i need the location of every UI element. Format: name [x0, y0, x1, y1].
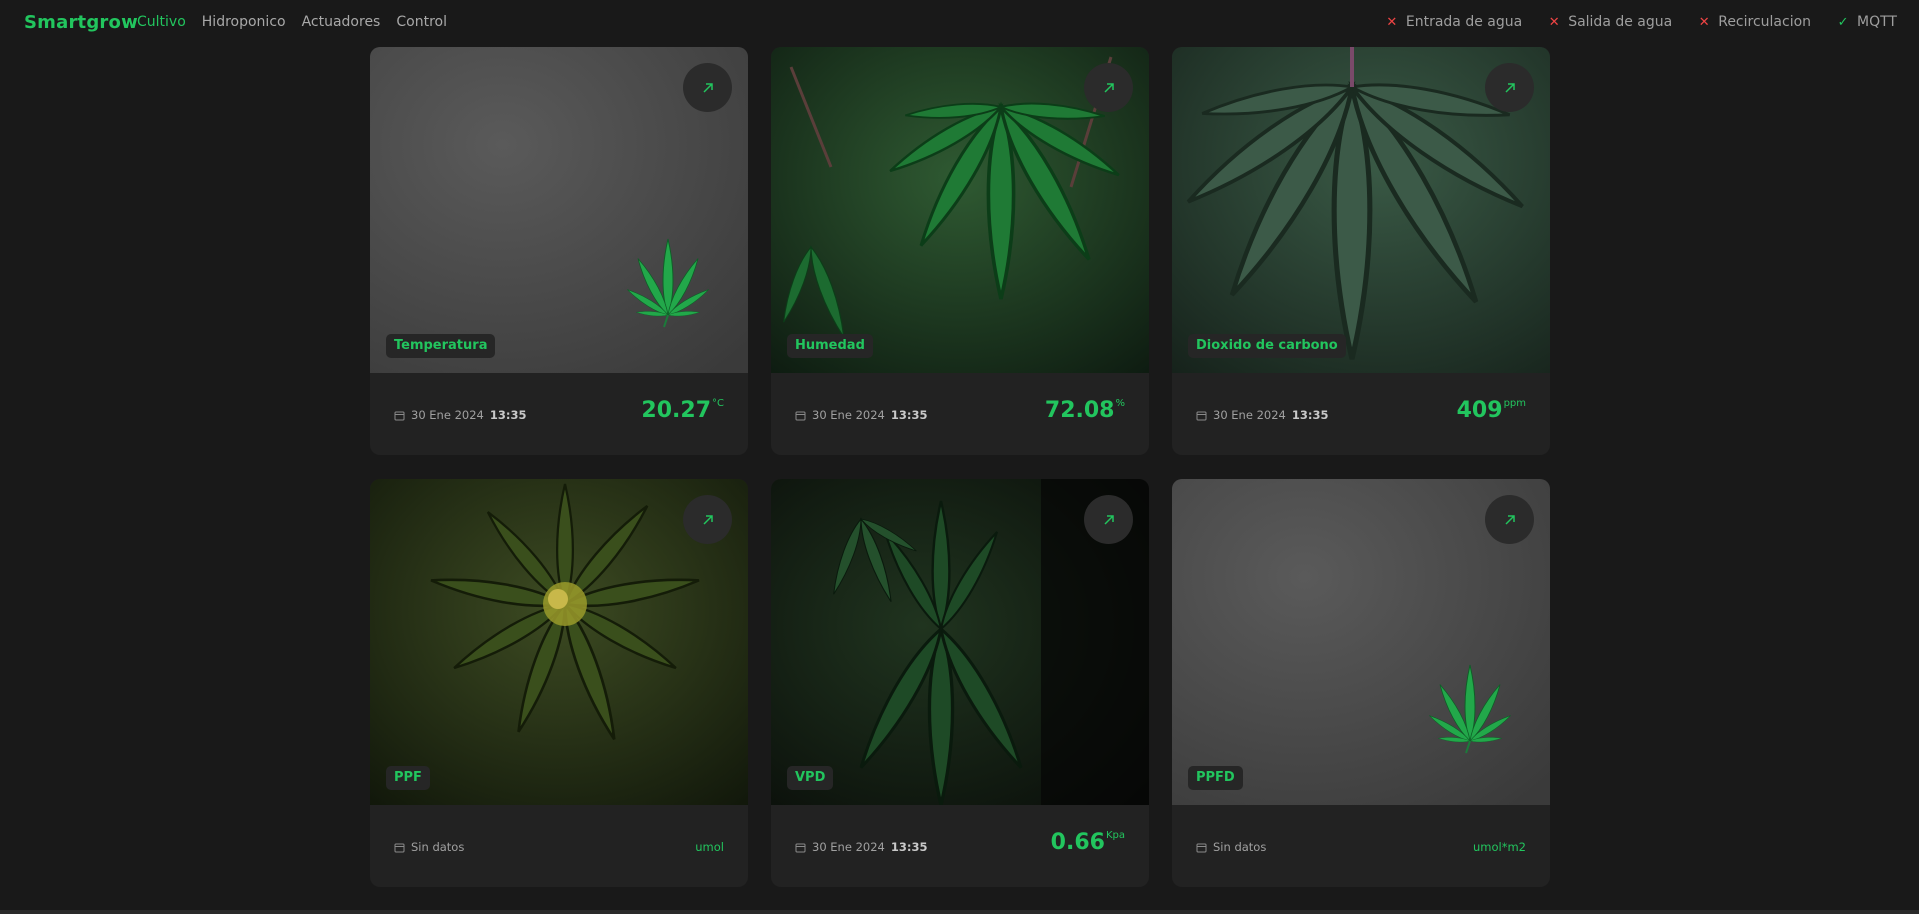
calendar-icon	[394, 843, 405, 852]
reading-time: 13:35	[1291, 408, 1329, 422]
reading-timestamp: Sin datos	[394, 840, 464, 854]
arrow-up-right-icon	[1103, 82, 1114, 93]
card-footer: Sin datos umol	[370, 805, 748, 887]
sensor-label: PPF	[386, 766, 430, 790]
status-mqtt: ✓ MQTT	[1837, 14, 1897, 30]
card-footer: 30 Ene 2024 13:35 20.27 °C	[370, 373, 748, 455]
reading-date: 30 Ene 2024	[812, 408, 885, 422]
reading-value: 409 ppm	[1457, 397, 1526, 425]
nav-item-actuadores[interactable]: Actuadores	[302, 14, 381, 30]
value-unit: umol	[695, 840, 724, 854]
sensor-card-vpd[interactable]: VPD 30 Ene 2024 13:35 0.66 Kpa	[771, 479, 1149, 887]
card-footer: 30 Ene 2024 13:35 72.08 %	[771, 373, 1149, 455]
calendar-icon	[1196, 843, 1207, 852]
calendar-icon	[1196, 411, 1207, 420]
arrow-up-right-icon	[702, 82, 713, 93]
main-nav: Cultivo Hidroponico Actuadores Control	[137, 14, 447, 30]
check-icon: ✓	[1837, 14, 1849, 30]
calendar-icon	[795, 843, 806, 852]
card-footer: 30 Ene 2024 13:35 0.66 Kpa	[771, 805, 1149, 887]
sensor-card-temperatura[interactable]: Temperatura 30 Ene 2024 13:35 20.27 °C	[370, 47, 748, 455]
close-icon: ✕	[1548, 14, 1560, 30]
value-number: 20.27	[641, 398, 712, 423]
sensor-label: VPD	[787, 766, 834, 790]
top-navbar: Smartgrow Cultivo Hidroponico Actuadores…	[0, 0, 1919, 46]
reading-timestamp: 30 Ene 2024 13:35	[1196, 408, 1328, 422]
value-number: 409	[1456, 398, 1503, 423]
value-unit: °C	[712, 398, 724, 409]
sensor-card-humedad[interactable]: Humedad 30 Ene 2024 13:35 72.08 %	[771, 47, 1149, 455]
reading-value: umol	[694, 840, 724, 854]
arrow-up-right-icon	[1103, 514, 1114, 525]
reading-date: 30 Ene 2024	[411, 408, 484, 422]
card-footer: Sin datos umol*m2	[1172, 805, 1550, 887]
sensor-card-dioxido-de-carbono[interactable]: Dioxido de carbono 30 Ene 2024 13:35 409…	[1172, 47, 1550, 455]
arrow-up-right-icon	[1504, 514, 1515, 525]
card-footer: 30 Ene 2024 13:35 409 ppm	[1172, 373, 1550, 455]
reading-timestamp: 30 Ene 2024 13:35	[394, 408, 526, 422]
close-icon: ✕	[1698, 14, 1710, 30]
reading-value: 0.66 Kpa	[1051, 829, 1125, 857]
sensor-label: Dioxido de carbono	[1188, 334, 1346, 358]
sensor-card-ppf[interactable]: PPF Sin datos umol	[370, 479, 748, 887]
reading-timestamp: 30 Ene 2024 13:35	[795, 840, 927, 854]
status-label: MQTT	[1857, 14, 1897, 30]
calendar-icon	[394, 411, 405, 420]
reading-date: 30 Ene 2024	[812, 840, 885, 854]
reading-date: Sin datos	[1213, 840, 1267, 854]
value-number: 72.08	[1044, 398, 1115, 423]
page-bottom-divider	[0, 910, 1919, 914]
nav-item-cultivo[interactable]: Cultivo	[137, 14, 186, 30]
nav-item-control[interactable]: Control	[396, 14, 447, 30]
reading-timestamp: Sin datos	[1196, 840, 1266, 854]
open-detail-button[interactable]	[683, 495, 732, 544]
sensor-label: Humedad	[787, 334, 873, 358]
status-indicators: ✕ Entrada de agua ✕ Salida de agua ✕ Rec…	[1386, 14, 1897, 30]
reading-time: 13:35	[890, 408, 928, 422]
sensor-card-ppfd[interactable]: PPFD Sin datos umol*m2	[1172, 479, 1550, 887]
reading-value: 20.27 °C	[641, 397, 724, 425]
value-number: 0.66	[1050, 830, 1105, 855]
close-icon: ✕	[1386, 14, 1398, 30]
status-label: Entrada de agua	[1405, 14, 1523, 30]
open-detail-button[interactable]	[683, 63, 732, 112]
reading-time: 13:35	[489, 408, 527, 422]
reading-date: 30 Ene 2024	[1213, 408, 1286, 422]
value-unit: ppm	[1503, 398, 1526, 409]
sensor-label: PPFD	[1188, 766, 1243, 790]
value-unit: umol*m2	[1473, 840, 1526, 854]
reading-time: 13:35	[890, 840, 928, 854]
open-detail-button[interactable]	[1084, 63, 1133, 112]
brand-logo[interactable]: Smartgrow	[24, 12, 138, 33]
reading-date: Sin datos	[411, 840, 465, 854]
nav-item-hidroponico[interactable]: Hidroponico	[202, 14, 286, 30]
reading-value: 72.08 %	[1045, 397, 1125, 425]
reading-timestamp: 30 Ene 2024 13:35	[795, 408, 927, 422]
value-unit: Kpa	[1105, 830, 1125, 841]
status-recirculacion: ✕ Recirculacion	[1698, 14, 1811, 30]
value-unit: %	[1115, 398, 1125, 409]
open-detail-button[interactable]	[1485, 495, 1534, 544]
arrow-up-right-icon	[702, 514, 713, 525]
status-label: Recirculacion	[1718, 14, 1812, 30]
sensor-label: Temperatura	[386, 334, 496, 358]
arrow-up-right-icon	[1504, 82, 1515, 93]
calendar-icon	[795, 411, 806, 420]
status-salida-agua: ✕ Salida de agua	[1548, 14, 1672, 30]
status-label: Salida de agua	[1568, 14, 1673, 30]
open-detail-button[interactable]	[1084, 495, 1133, 544]
status-entrada-agua: ✕ Entrada de agua	[1386, 14, 1522, 30]
open-detail-button[interactable]	[1485, 63, 1534, 112]
reading-value: umol*m2	[1472, 840, 1526, 854]
